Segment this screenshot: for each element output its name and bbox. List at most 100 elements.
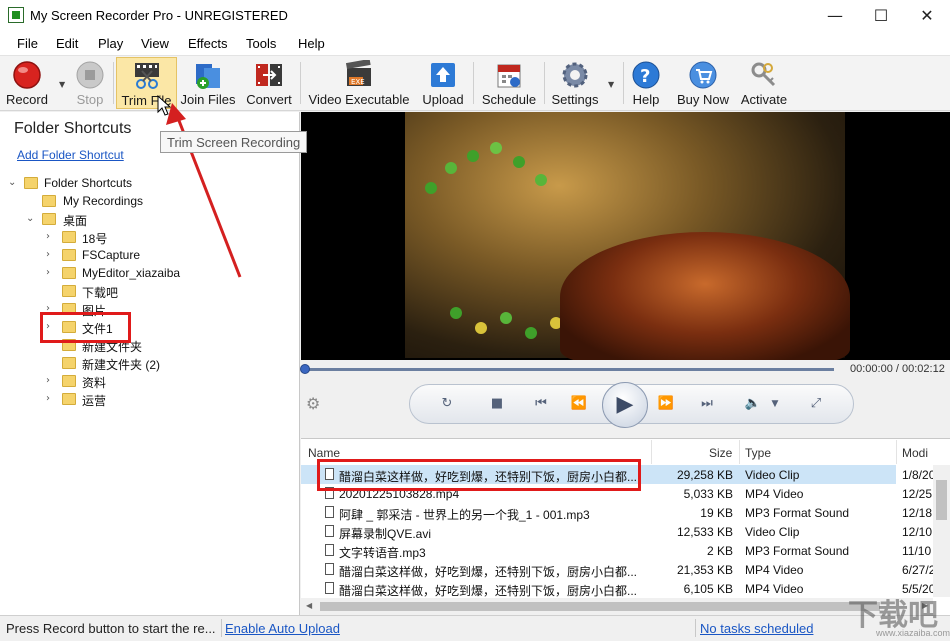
column-header-modified[interactable]: Modi bbox=[902, 446, 933, 460]
upload-button[interactable]: Upload bbox=[418, 57, 468, 109]
video-executable-button[interactable]: EXE Video Executable bbox=[306, 57, 412, 109]
column-divider[interactable] bbox=[651, 440, 652, 464]
column-divider[interactable] bbox=[739, 440, 740, 464]
column-divider[interactable] bbox=[896, 440, 897, 464]
scroll-left-icon[interactable]: ◀ bbox=[306, 601, 312, 610]
video-detail bbox=[525, 327, 537, 339]
tree-item[interactable]: › 资料 bbox=[0, 372, 298, 390]
volume-icon[interactable]: 🔈 bbox=[742, 394, 764, 414]
tree-item[interactable]: › FSCapture bbox=[0, 246, 298, 264]
tree-item[interactable]: › MyEditor_xiazaiba bbox=[0, 264, 298, 282]
toolbar-separator bbox=[300, 62, 301, 104]
expand-icon[interactable]: › bbox=[46, 264, 56, 282]
annotation-highlight-box bbox=[40, 312, 131, 343]
column-header-name[interactable]: Name bbox=[308, 446, 340, 460]
volume-dropdown-icon[interactable]: ▼ bbox=[764, 394, 786, 414]
expand-icon[interactable]: › bbox=[46, 246, 56, 264]
folder-icon bbox=[24, 177, 38, 189]
tree-item[interactable]: ⌄ Folder Shortcuts bbox=[0, 174, 298, 192]
video-detail bbox=[513, 156, 525, 168]
stop-button[interactable]: Stop bbox=[68, 57, 112, 109]
menu-help[interactable]: Help bbox=[298, 36, 325, 51]
help-icon: ? bbox=[632, 61, 660, 89]
tasks-scheduled-link[interactable]: No tasks scheduled bbox=[700, 621, 813, 636]
rewind-icon[interactable]: ⏪ bbox=[568, 394, 590, 414]
settings-button[interactable]: Settings bbox=[549, 57, 601, 109]
video-detail bbox=[450, 307, 462, 319]
record-button[interactable]: Record bbox=[3, 57, 51, 109]
menu-effects[interactable]: Effects bbox=[188, 36, 228, 51]
tree-item[interactable]: › 18号 bbox=[0, 228, 298, 246]
folder-icon bbox=[62, 249, 76, 261]
column-header-size[interactable]: Size bbox=[709, 446, 732, 460]
file-type: MP3 Format Sound bbox=[745, 506, 850, 520]
tree-label: My Recordings bbox=[63, 194, 144, 208]
menu-tools[interactable]: Tools bbox=[246, 36, 276, 51]
minimize-icon[interactable]: — bbox=[812, 0, 858, 31]
activate-button[interactable]: Activate bbox=[737, 57, 791, 109]
menu-file[interactable]: File bbox=[17, 36, 38, 51]
schedule-button[interactable]: Schedule bbox=[479, 57, 539, 109]
file-modified: 12/25 bbox=[902, 487, 933, 501]
expand-icon[interactable]: › bbox=[46, 390, 56, 408]
file-modified: 11/10 bbox=[902, 544, 932, 558]
seek-handle[interactable] bbox=[300, 364, 310, 374]
buy-now-button[interactable]: Buy Now bbox=[674, 57, 732, 109]
table-row[interactable]: 屏幕录制QVE.avi 12,533 KB Video Clip bbox=[301, 522, 896, 541]
loop-icon[interactable]: ↻ bbox=[436, 394, 458, 414]
video-detail bbox=[490, 142, 502, 154]
maximize-icon[interactable]: ☐ bbox=[858, 0, 904, 31]
folder-icon bbox=[62, 375, 76, 387]
video-detail bbox=[445, 162, 457, 174]
close-icon[interactable]: ✕ bbox=[904, 0, 950, 31]
folder-icon bbox=[62, 393, 76, 405]
record-dropdown-icon[interactable]: ▼ bbox=[59, 80, 65, 89]
folder-icon bbox=[42, 195, 56, 207]
upload-icon bbox=[431, 63, 455, 87]
table-row[interactable]: 醋溜白菜这样做，好吃到爆，还特别下饭，厨房小白都... 6,105 KB MP4… bbox=[301, 579, 896, 598]
table-row[interactable]: 文字转语音.mp3 2 KB MP3 Format Sound bbox=[301, 541, 896, 560]
menu-edit[interactable]: Edit bbox=[56, 36, 78, 51]
file-name: 屏幕录制QVE.avi bbox=[339, 527, 432, 541]
skip-forward-icon[interactable]: ⏭ bbox=[696, 394, 718, 414]
collapse-icon[interactable]: ⌄ bbox=[8, 174, 18, 192]
add-folder-shortcut-link[interactable]: Add Folder Shortcut bbox=[17, 148, 124, 162]
horizontal-scroll-thumb[interactable] bbox=[320, 602, 880, 611]
seek-bar[interactable] bbox=[304, 368, 834, 371]
player-settings-icon[interactable]: ⚙ bbox=[306, 394, 320, 413]
column-header-type[interactable]: Type bbox=[745, 446, 771, 460]
cart-icon bbox=[689, 61, 717, 89]
vertical-scroll-thumb[interactable] bbox=[936, 480, 947, 520]
tree-label: 资料 bbox=[82, 376, 107, 390]
menu-view[interactable]: View bbox=[141, 36, 169, 51]
video-detail bbox=[500, 312, 512, 324]
convert-icon bbox=[256, 64, 282, 86]
table-row[interactable]: 阿肆 _ 郭采洁 - 世界上的另一个我_1 - 001.mp3 19 KB MP… bbox=[301, 503, 896, 522]
tree-item[interactable]: 下载吧 bbox=[0, 282, 298, 300]
stop-playback-icon[interactable]: ■ bbox=[486, 394, 508, 414]
toolbar-separator bbox=[623, 62, 624, 104]
table-row[interactable]: 醋溜白菜这样做，好吃到爆，还特别下饭，厨房小白都... 21,353 KB MP… bbox=[301, 560, 896, 579]
fullscreen-icon[interactable]: ⤢ bbox=[805, 394, 827, 414]
tree-item[interactable]: ⌄ 桌面 bbox=[0, 210, 298, 228]
expand-icon[interactable]: › bbox=[46, 372, 56, 390]
fast-forward-icon[interactable]: ⏩ bbox=[655, 394, 677, 414]
skip-back-icon[interactable]: ⏮ bbox=[530, 394, 552, 414]
settings-dropdown-icon[interactable]: ▼ bbox=[608, 80, 614, 89]
svg-text:?: ? bbox=[640, 66, 650, 87]
folder-icon bbox=[62, 267, 76, 279]
help-button[interactable]: ? Help bbox=[628, 57, 664, 109]
menu-play[interactable]: Play bbox=[98, 36, 123, 51]
tree-item[interactable]: My Recordings bbox=[0, 192, 298, 210]
time-readout: 00:00:00 / 00:02:12 bbox=[850, 363, 945, 375]
window-title: My Screen Recorder Pro - UNREGISTERED bbox=[30, 8, 288, 23]
expand-icon[interactable]: › bbox=[46, 228, 56, 246]
collapse-icon[interactable]: ⌄ bbox=[26, 210, 36, 228]
tree-item[interactable]: › 运营 bbox=[0, 390, 298, 408]
video-executable-label: Video Executable bbox=[308, 92, 410, 107]
play-icon[interactable]: ▶ bbox=[602, 382, 648, 428]
tree-item[interactable]: 新建文件夹 (2) bbox=[0, 354, 298, 372]
help-label: Help bbox=[632, 92, 660, 107]
enable-auto-upload-link[interactable]: Enable Auto Upload bbox=[225, 621, 340, 636]
file-modified: 12/18 bbox=[902, 506, 933, 520]
